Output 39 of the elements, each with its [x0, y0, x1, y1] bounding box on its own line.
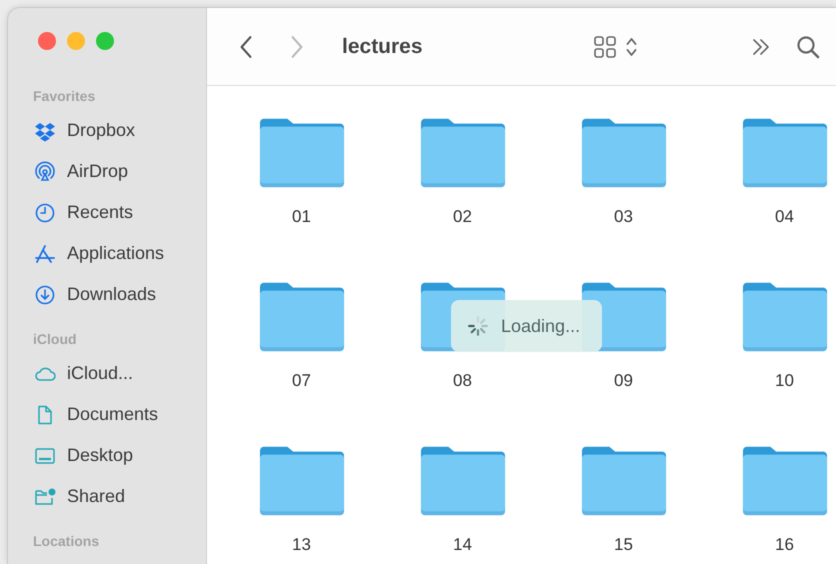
- sidebar-item[interactable]: Recents: [8, 192, 206, 233]
- folder-name[interactable]: 01: [292, 207, 311, 227]
- folder-name[interactable]: 14: [453, 535, 472, 555]
- back-icon[interactable]: [238, 34, 254, 58]
- section-header: iCloud: [32, 330, 78, 348]
- sidebar-item[interactable]: iCloud...: [8, 353, 206, 394]
- folder-name[interactable]: 08: [453, 371, 472, 391]
- download-icon: [34, 284, 56, 306]
- folder-name[interactable]: 03: [614, 207, 633, 227]
- grid-view-icon[interactable]: [592, 34, 617, 58]
- folder-name[interactable]: 10: [775, 371, 794, 391]
- folder-name[interactable]: 09: [614, 371, 633, 391]
- folder-name[interactable]: 15: [614, 535, 633, 555]
- sidebar-item[interactable]: Applications: [8, 233, 206, 274]
- up-down-chevron-icon[interactable]: [624, 36, 638, 58]
- sidebar-item[interactable]: Dropbox: [8, 110, 206, 151]
- section-header: Locations: [32, 532, 100, 550]
- clock-icon: [34, 202, 56, 224]
- double-chevron-icon[interactable]: [751, 38, 771, 56]
- folder-name[interactable]: 16: [775, 535, 794, 555]
- search-icon[interactable]: [796, 34, 820, 58]
- sidebar-item[interactable]: Documents: [8, 394, 206, 435]
- sidebar-item[interactable]: Desktop: [8, 435, 206, 476]
- zoom-icon[interactable]: [96, 32, 114, 50]
- section-header: Favorites: [32, 87, 96, 105]
- app-store-icon: [34, 242, 56, 264]
- folder-name[interactable]: 02: [453, 207, 472, 227]
- shared-folder-icon: [34, 486, 56, 508]
- sidebar-item[interactable]: AirDrop: [8, 151, 206, 192]
- sidebar-item[interactable]: Shared: [8, 476, 206, 517]
- signal-rings-icon: [34, 160, 56, 182]
- folder-name[interactable]: 04: [775, 207, 794, 227]
- folder-name[interactable]: 07: [292, 371, 311, 391]
- sidebar-item[interactable]: Downloads: [8, 274, 206, 315]
- loading-label: Loading...: [501, 316, 580, 336]
- close-icon[interactable]: [38, 32, 56, 50]
- folder-name[interactable]: 13: [292, 535, 311, 555]
- spinner-icon: [467, 315, 489, 337]
- window-title: lectures: [342, 34, 423, 58]
